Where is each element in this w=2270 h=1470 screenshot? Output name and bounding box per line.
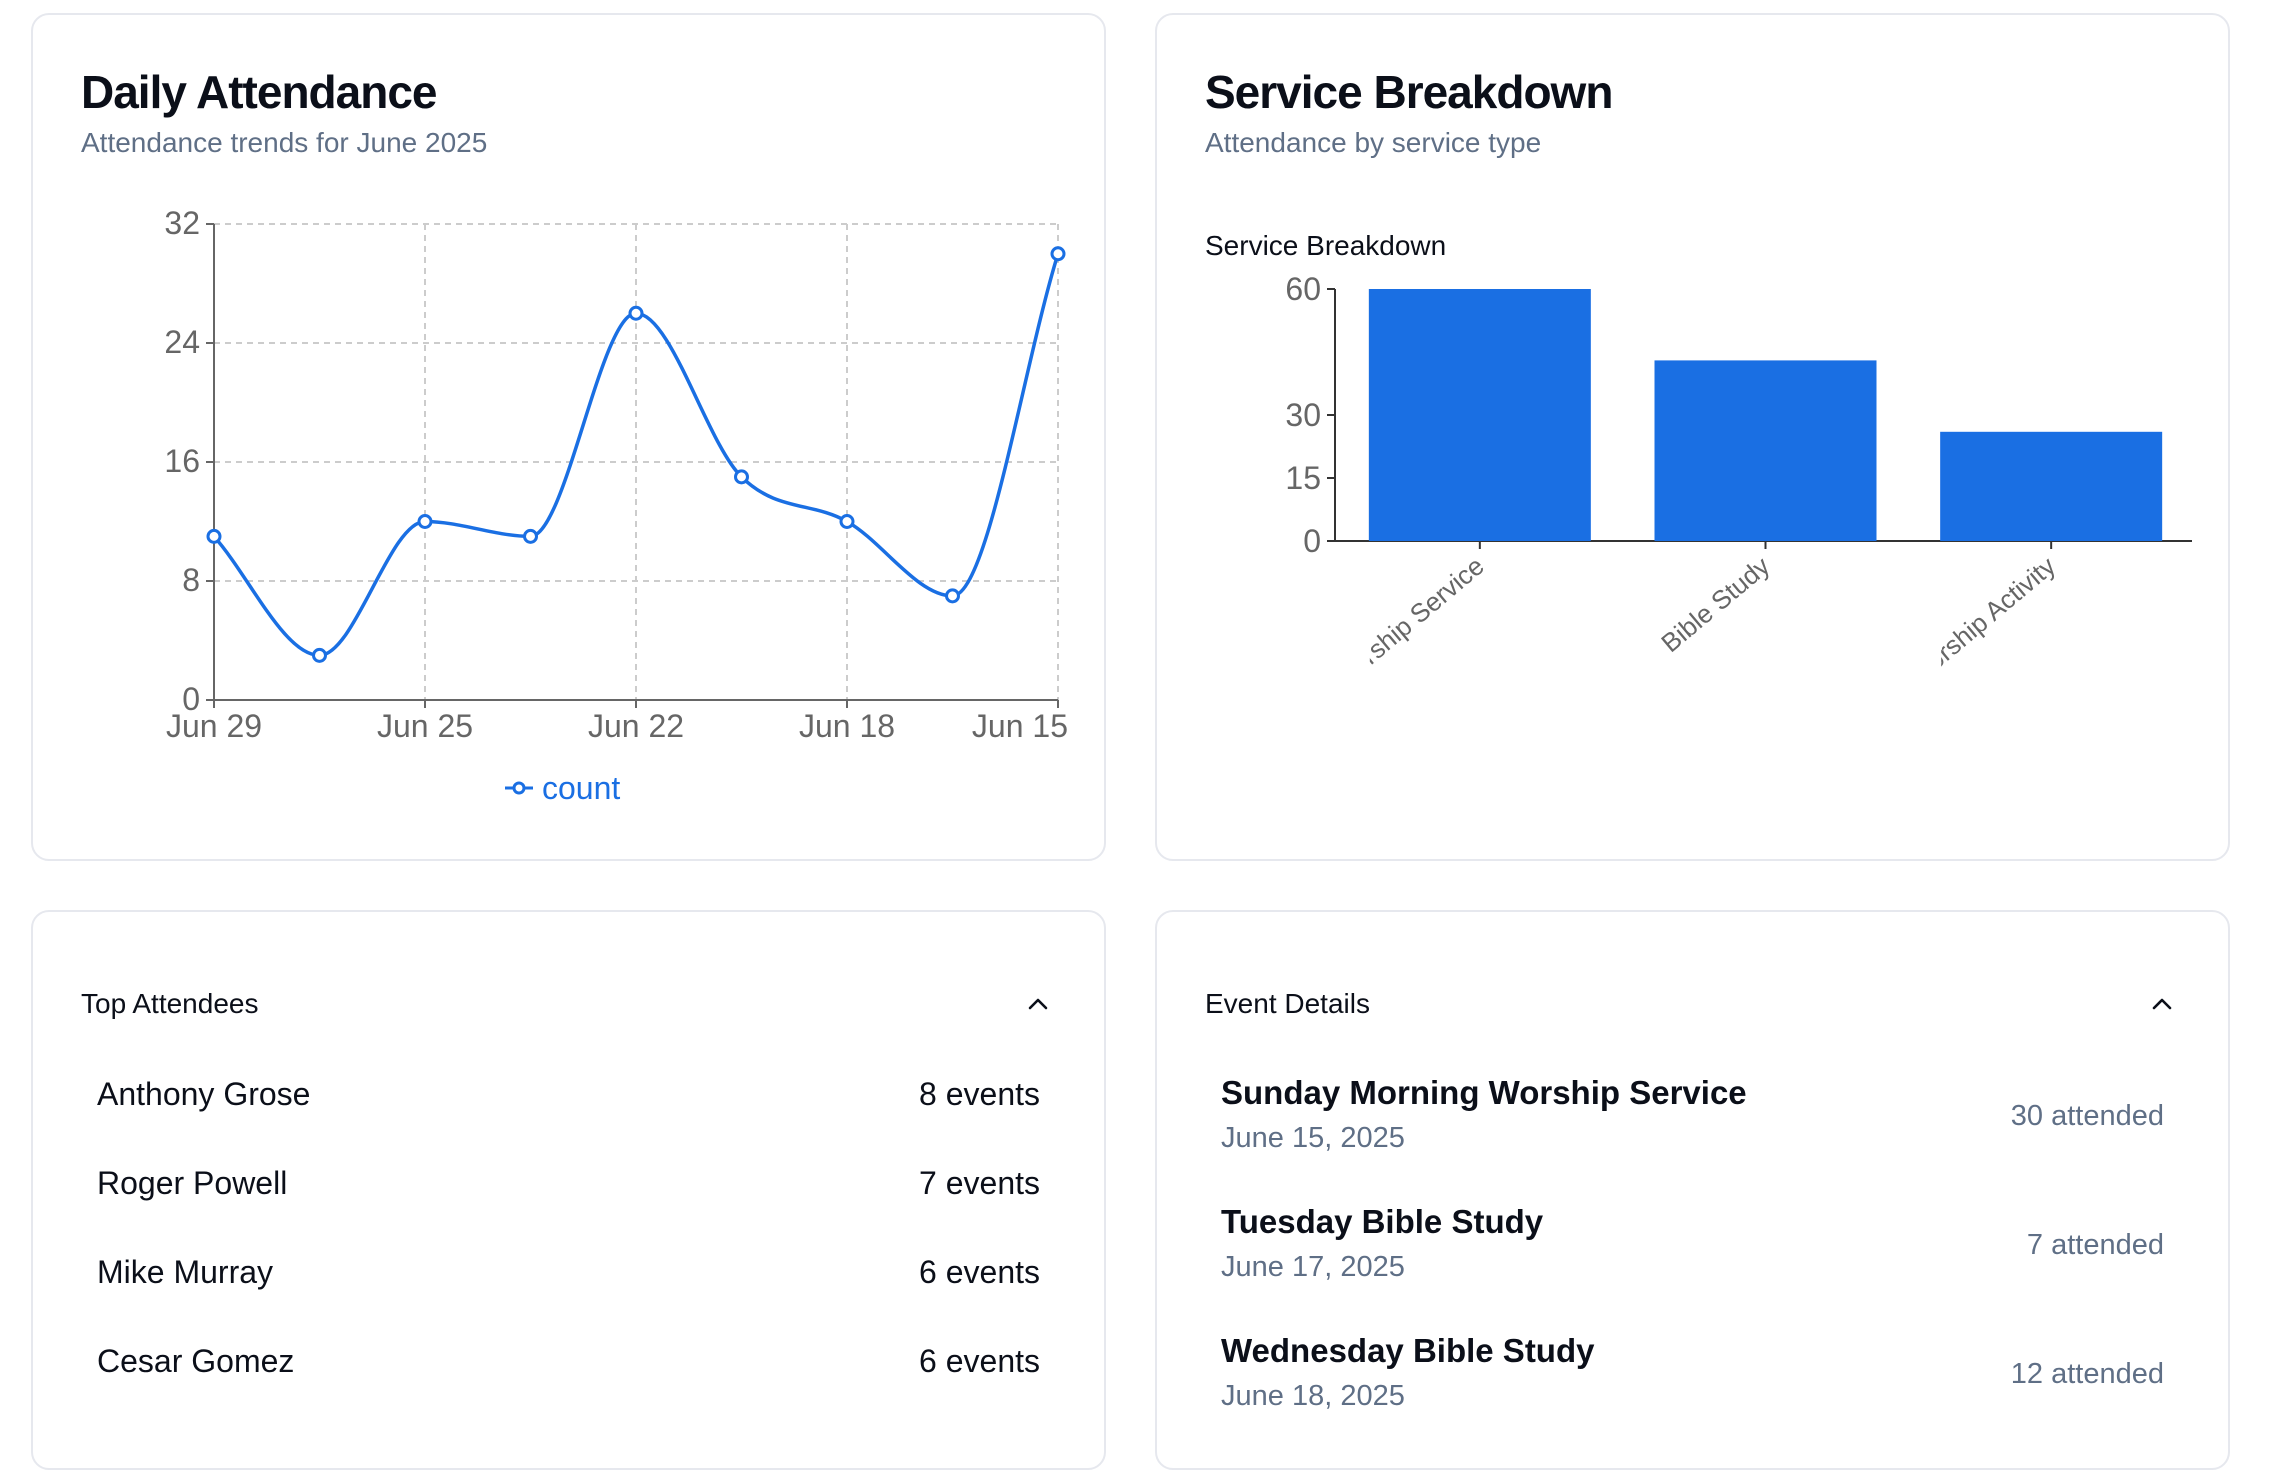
legend-marker-icon	[512, 781, 526, 795]
event-name: Sunday Morning Worship Service	[1221, 1074, 1747, 1111]
event-row[interactable]: Sunday Morning Worship Service June 15, …	[1221, 1074, 2164, 1174]
event-attended-count: 7 attended	[2026, 1229, 2164, 1261]
event-name: Tuesday Bible Study	[1221, 1203, 1544, 1240]
x-tick-label-group: Bible Study	[1655, 551, 1776, 659]
top-attendees-header[interactable]: Top Attendees	[81, 984, 1056, 1024]
chevron-up-icon[interactable]	[2144, 986, 2180, 1022]
event-details-title: Event Details	[1205, 988, 1370, 1019]
x-tick-label: Worship Activity	[1902, 551, 2061, 692]
bar	[1368, 289, 1591, 541]
data-point	[206, 528, 222, 544]
data-point	[945, 588, 960, 604]
attendee-event-count: 8 events	[919, 1075, 1040, 1112]
attendee-name: Roger Powell	[97, 1164, 288, 1201]
y-tick-label: 32	[164, 205, 200, 241]
bar-chart-title: Service Breakdown	[1205, 230, 1446, 261]
x-tick-label: Jun 25	[377, 708, 473, 744]
y-tick-label: 30	[1285, 397, 1321, 433]
x-tick-label: Jun 29	[166, 708, 262, 744]
attendee-name: Mike Murray	[97, 1253, 274, 1290]
attendee-name: Cesar Gomez	[97, 1342, 295, 1379]
attendee-name: Anthony Grose	[97, 1075, 311, 1112]
attendee-row[interactable]: Mike Murray 6 events	[97, 1242, 1040, 1302]
x-tick-label-group: Worship Service	[1326, 551, 1490, 695]
event-attended-count: 30 attended	[2010, 1100, 2164, 1132]
event-name: Wednesday Bible Study	[1221, 1332, 1595, 1369]
data-point	[839, 514, 855, 529]
y-tick-label: 16	[164, 443, 200, 479]
x-tick-label: Worship Service	[1326, 551, 1490, 695]
service-breakdown-card: Service Breakdown Attendance by service …	[1155, 13, 2230, 861]
x-tick-label: Jun 22	[588, 708, 684, 744]
data-point	[523, 528, 538, 544]
y-tick-label: 60	[1285, 271, 1321, 307]
y-tick-label: 0	[1303, 523, 1321, 559]
event-row[interactable]: Tuesday Bible Study June 17, 2025 7 atte…	[1221, 1203, 2164, 1303]
x-tick-label: Jun 15	[972, 708, 1068, 744]
top-attendees-card: Top Attendees Anthony Grose 8 events Rog…	[31, 910, 1106, 1470]
x-tick-label-group: Worship Activity	[1902, 551, 2061, 692]
x-tick-label: Bible Study	[1655, 551, 1775, 659]
service-breakdown-bar-chart: Service Breakdown 0 15 30 60 Worship Service B…	[1205, 230, 2192, 695]
event-attended-count: 12 attended	[2010, 1358, 2164, 1390]
event-row[interactable]: Wednesday Bible Study June 18, 2025 12 a…	[1221, 1332, 2164, 1432]
chart-legend: count	[505, 770, 620, 806]
event-date: June 17, 2025	[1221, 1251, 1405, 1283]
bar	[1940, 431, 2163, 541]
daily-attendance-line-chart: 08162432Jun 29 Jun 25 Jun 22 Jun 18 Jun 15co…	[164, 205, 1068, 806]
data-point	[734, 469, 749, 485]
y-tick-label: 15	[1285, 460, 1321, 496]
data-point	[417, 514, 433, 529]
event-details-card: Event Details Sunday Morning Worship Ser…	[1155, 910, 2230, 1470]
event-date: June 18, 2025	[1221, 1380, 1405, 1412]
attendee-row[interactable]: Roger Powell 7 events	[97, 1153, 1040, 1213]
daily-attendance-card: Daily Attendance Attendance trends for J…	[31, 13, 1106, 861]
attendee-row[interactable]: Cesar Gomez 6 events	[97, 1331, 1040, 1391]
bar	[1654, 360, 1877, 541]
event-details-header[interactable]: Event Details	[1205, 984, 2180, 1024]
y-tick-label: 8	[182, 562, 200, 598]
attendee-event-count: 6 events	[919, 1253, 1040, 1290]
attendee-row[interactable]: Anthony Grose 8 events	[97, 1064, 1040, 1124]
y-tick-label: 24	[164, 324, 200, 360]
event-date: June 15, 2025	[1221, 1122, 1405, 1154]
chevron-up-icon[interactable]	[1020, 986, 1056, 1022]
data-point	[312, 647, 327, 663]
attendee-event-count: 6 events	[919, 1342, 1040, 1379]
data-point	[628, 305, 644, 321]
attendee-event-count: 7 events	[919, 1164, 1040, 1201]
x-tick-label: Jun 18	[799, 708, 895, 744]
top-attendees-title: Top Attendees	[81, 988, 259, 1019]
legend-label: count	[542, 770, 620, 806]
data-point	[1050, 246, 1066, 262]
